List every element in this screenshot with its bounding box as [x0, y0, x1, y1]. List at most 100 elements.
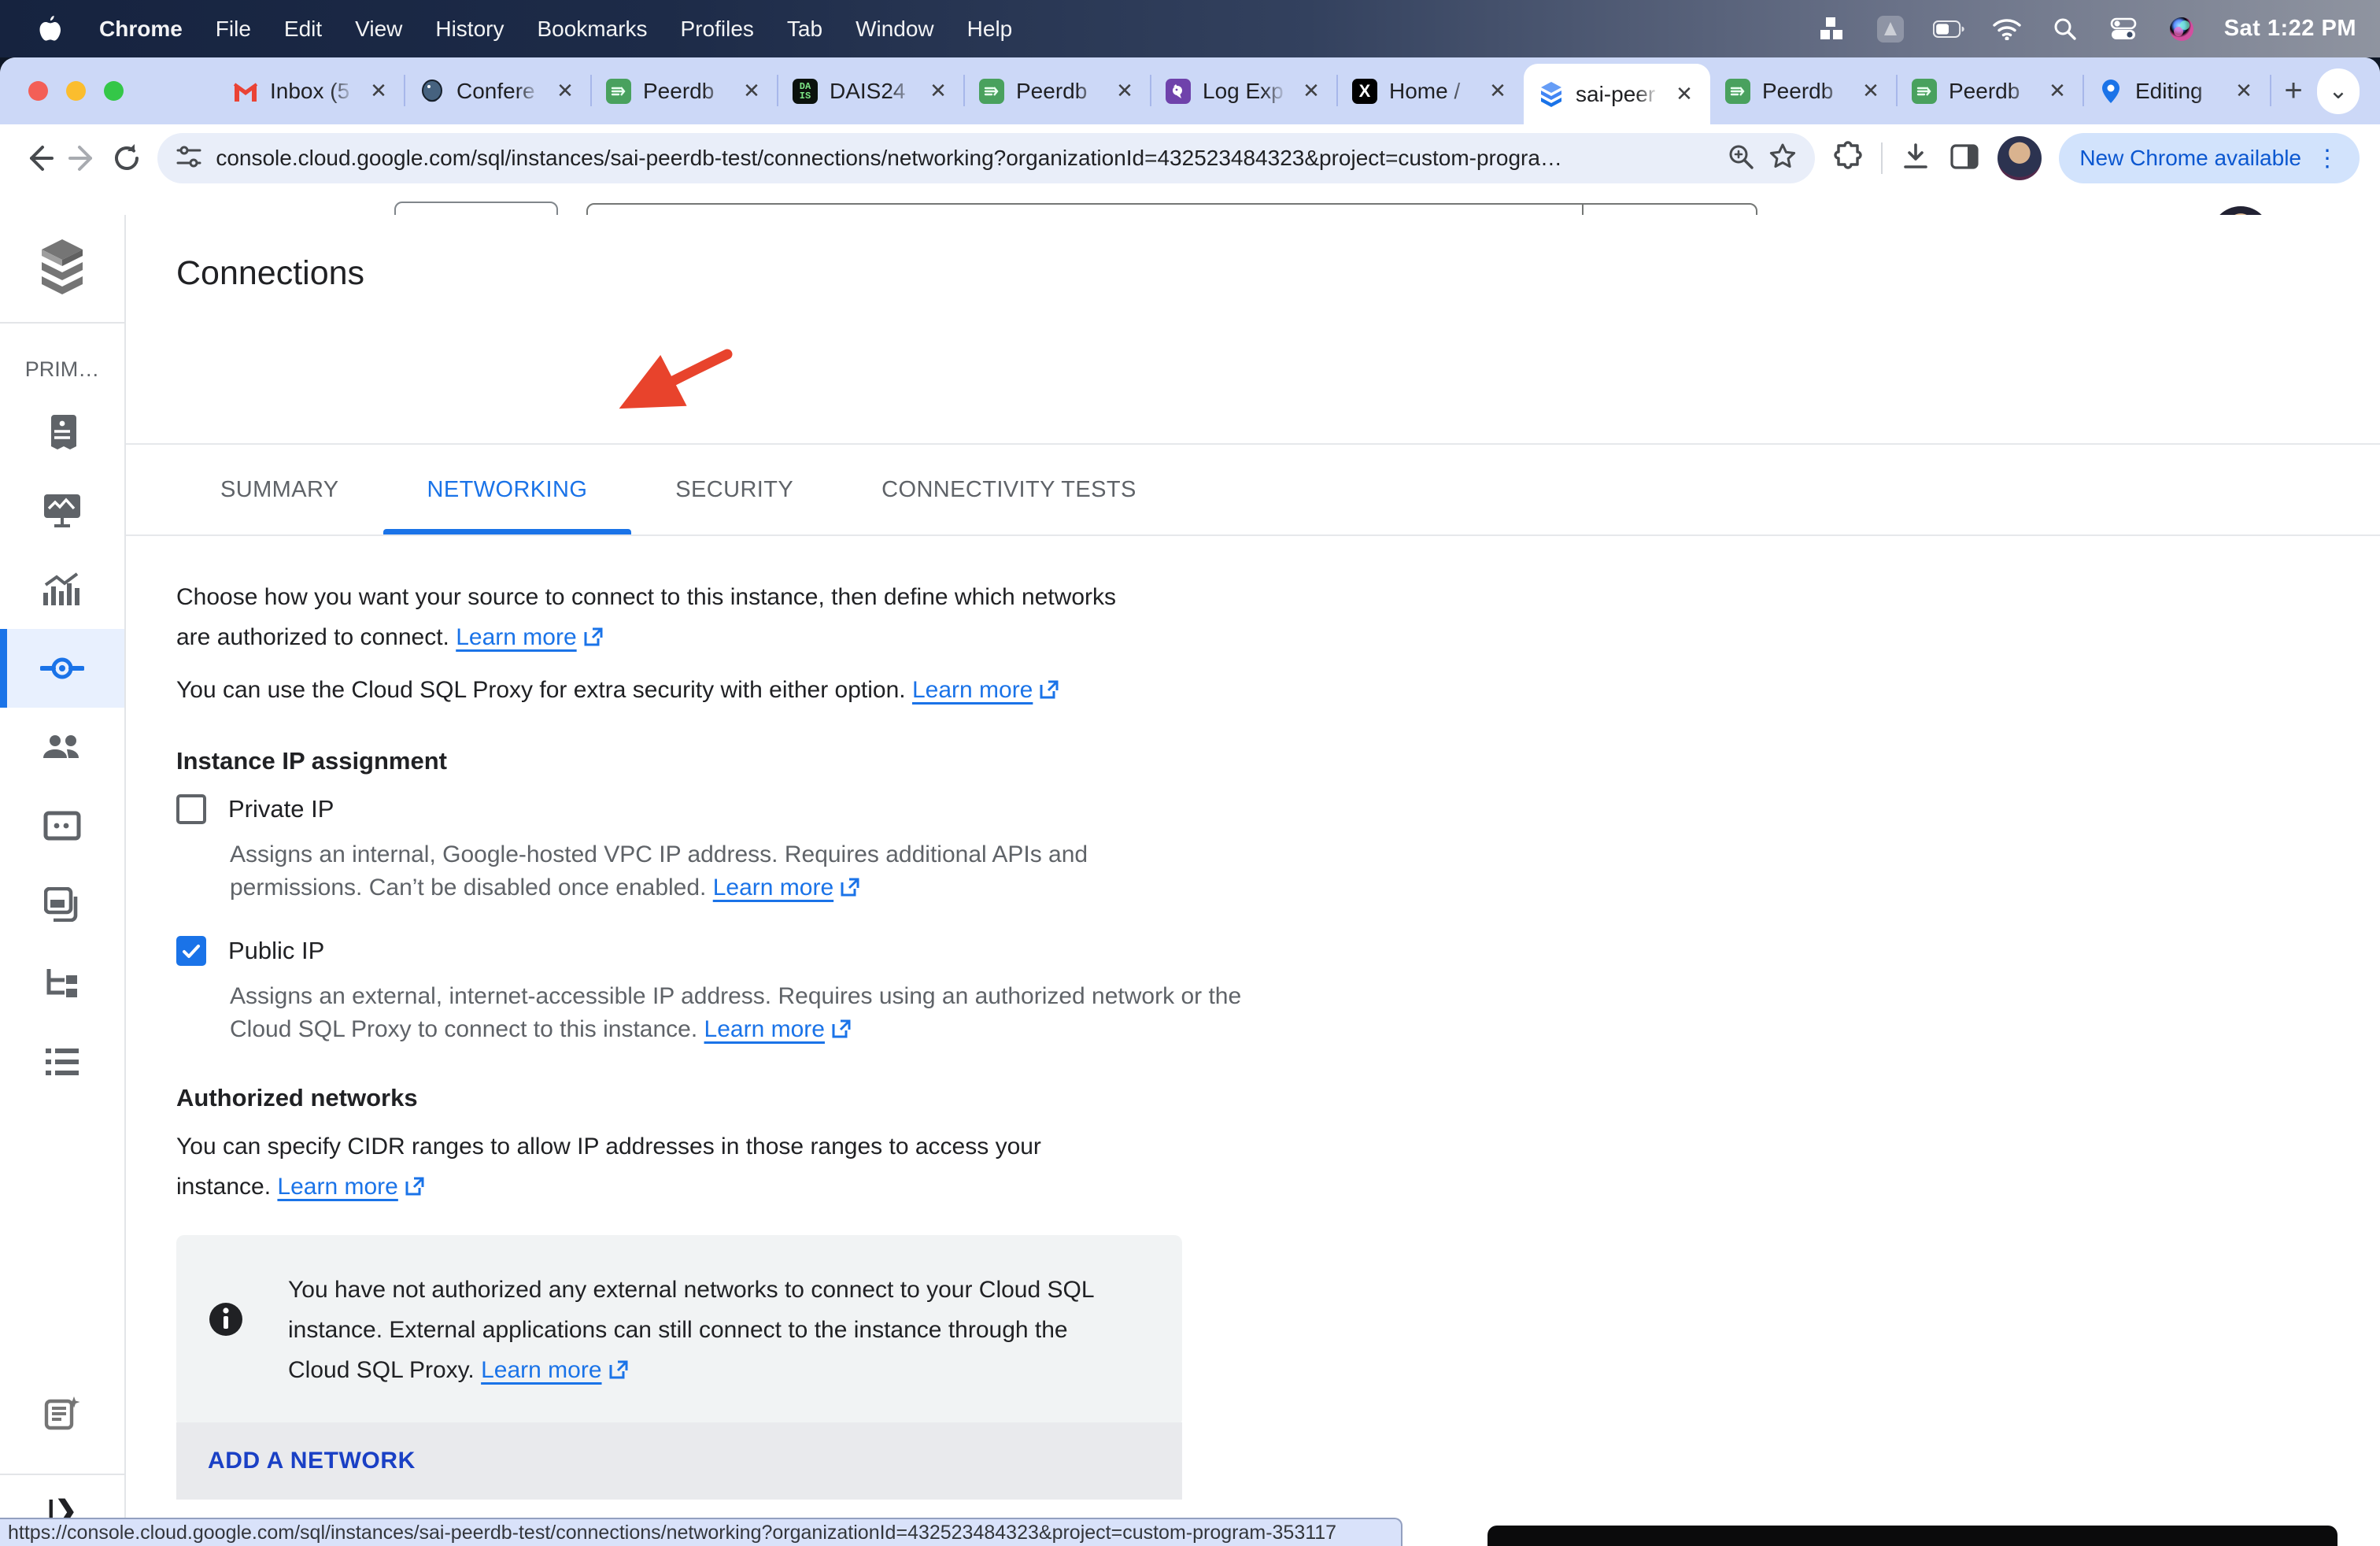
url-text[interactable]: console.cloud.google.com/sql/instances/s…: [216, 146, 1714, 171]
stats-menu-icon[interactable]: [1816, 15, 1848, 43]
menu-file[interactable]: File: [216, 17, 251, 42]
browser-profile-avatar[interactable]: [1998, 136, 2042, 180]
learn-more-link[interactable]: Learn more: [277, 1174, 424, 1200]
tab-conference[interactable]: Confere ✕: [405, 57, 591, 124]
menu-help[interactable]: Help: [967, 17, 1013, 42]
peerdb-icon: [1724, 78, 1751, 105]
learn-more-link[interactable]: Learn more: [912, 677, 1059, 703]
tab-peerdb-3[interactable]: Peerdb ✕: [1710, 57, 1897, 124]
cloud-sql-logo-icon: [0, 215, 124, 324]
tab-close-icon[interactable]: ✕: [1486, 79, 1510, 103]
sidebar-item-monitoring[interactable]: [0, 472, 124, 550]
sidebar-item-users[interactable]: [0, 708, 124, 786]
tab-dais24[interactable]: DAIS DAIS24 ✕: [778, 57, 964, 124]
tab-close-icon[interactable]: ✕: [926, 79, 950, 103]
tab-inbox[interactable]: Inbox (5 ✕: [218, 57, 405, 124]
menu-chrome[interactable]: Chrome: [99, 17, 183, 42]
reload-icon[interactable]: [108, 134, 145, 183]
menu-edit[interactable]: Edit: [284, 17, 322, 42]
learn-more-link[interactable]: Learn more: [456, 624, 603, 650]
learn-more-link[interactable]: Learn more: [704, 1016, 852, 1042]
side-panel-icon[interactable]: [1949, 141, 1980, 176]
tab-label: Peerdb: [643, 79, 729, 104]
minimize-window-button[interactable]: [66, 81, 86, 101]
new-tab-button[interactable]: +: [2270, 57, 2317, 124]
extensions-icon[interactable]: [1832, 141, 1864, 176]
back-icon[interactable]: [20, 134, 57, 183]
tab-close-icon[interactable]: ✕: [1113, 79, 1136, 103]
external-link-icon: [1039, 672, 1059, 712]
public-ip-checkbox[interactable]: [176, 936, 206, 966]
tab-close-icon[interactable]: ✕: [2232, 79, 2256, 103]
menu-bookmarks[interactable]: Bookmarks: [537, 17, 647, 42]
private-ip-description: Assigns an internal, Google-hosted VPC I…: [230, 838, 1143, 907]
sidebar-item-databases[interactable]: [0, 786, 124, 865]
spotlight-icon[interactable]: [2049, 15, 2081, 43]
tab-search-chevron-icon[interactable]: ⌄: [2317, 68, 2360, 114]
tab-close-icon[interactable]: ✕: [553, 79, 577, 103]
tab-connectivity-tests[interactable]: CONNECTIVITY TESTS: [837, 445, 1181, 534]
forward-icon[interactable]: [64, 134, 101, 183]
info-icon: [208, 1301, 244, 1393]
postgres-icon: [419, 78, 445, 105]
sidebar-item-connections[interactable]: [0, 629, 124, 708]
tab-close-icon[interactable]: ✕: [2046, 79, 2069, 103]
tab-summary[interactable]: SUMMARY: [176, 445, 383, 534]
tab-security[interactable]: SECURITY: [631, 445, 837, 534]
sidebar-item-backups[interactable]: [0, 865, 124, 944]
gmail-icon: [232, 78, 259, 105]
tab-close-icon[interactable]: ✕: [1672, 82, 1696, 106]
tab-close-icon[interactable]: ✕: [1859, 79, 1883, 103]
menu-window[interactable]: Window: [856, 17, 934, 42]
tab-networking[interactable]: NETWORKING: [383, 445, 632, 534]
chrome-menu-kebab-icon[interactable]: ⋮: [2315, 145, 2339, 172]
app-menu-icon[interactable]: [1875, 15, 1906, 43]
apple-icon[interactable]: [35, 15, 66, 43]
tab-log-explorer[interactable]: Log Exp ✕: [1151, 57, 1337, 124]
sidebar-item-replicas[interactable]: [0, 944, 124, 1023]
control-center-icon[interactable]: [2108, 15, 2139, 43]
sidebar-item-query-insights[interactable]: [0, 550, 124, 629]
learn-more-link[interactable]: Learn more: [713, 875, 860, 901]
tab-close-icon[interactable]: ✕: [740, 79, 763, 103]
menu-profiles[interactable]: Profiles: [681, 17, 754, 42]
tab-close-icon[interactable]: ✕: [367, 79, 390, 103]
tab-peerdb-2[interactable]: Peerdb ✕: [964, 57, 1151, 124]
tab-peerdb-4[interactable]: Peerdb ✕: [1897, 57, 2083, 124]
wifi-icon[interactable]: [1991, 15, 2023, 43]
private-ip-row: Private IP: [176, 794, 334, 824]
close-window-button[interactable]: [28, 81, 48, 101]
tab-peerdb-1[interactable]: Peerdb ✕: [591, 57, 778, 124]
new-chrome-label: New Chrome available: [2079, 146, 2301, 171]
private-ip-checkbox[interactable]: [176, 794, 206, 824]
sidebar-section-label: PRIM…: [0, 346, 124, 393]
tab-sai-peerdb-active[interactable]: sai-peer ✕: [1524, 64, 1710, 124]
bookmark-star-icon[interactable]: [1768, 142, 1798, 176]
tab-close-icon[interactable]: ✕: [1299, 79, 1323, 103]
address-bar[interactable]: console.cloud.google.com/sql/instances/s…: [157, 133, 1815, 183]
private-ip-label: Private IP: [228, 795, 334, 823]
menu-tab[interactable]: Tab: [787, 17, 822, 42]
add-network-button[interactable]: ADD A NETWORK: [176, 1422, 1182, 1500]
menu-clock[interactable]: Sat 1:22 PM: [2224, 16, 2356, 42]
sidebar-item-release-notes[interactable]: [0, 1374, 124, 1453]
screen: Chrome File Edit View History Bookmarks …: [0, 0, 2380, 1546]
siri-icon[interactable]: [2166, 15, 2197, 43]
tab-editing[interactable]: Editing ✕: [2083, 57, 2270, 124]
battery-icon[interactable]: [1933, 15, 1964, 43]
new-chrome-available-button[interactable]: New Chrome available ⋮: [2059, 133, 2360, 183]
public-ip-row: Public IP: [176, 936, 324, 966]
zoom-page-icon[interactable]: [1727, 142, 1755, 175]
sidebar-item-operations[interactable]: [0, 1023, 124, 1101]
menu-history[interactable]: History: [435, 17, 504, 42]
sidebar-item-overview[interactable]: [0, 393, 124, 472]
browser-tabs: Inbox (5 ✕ Confere ✕ Peerdb ✕ DAIS DAIS2…: [218, 57, 2317, 124]
site-settings-icon[interactable]: [175, 142, 203, 175]
zoom-window-button[interactable]: [104, 81, 124, 101]
tab-x-home[interactable]: X Home / ✕: [1337, 57, 1524, 124]
learn-more-link[interactable]: Learn more: [481, 1357, 628, 1383]
downloads-icon[interactable]: [1900, 141, 1931, 176]
datadog-icon: [1165, 78, 1192, 105]
public-ip-label: Public IP: [228, 937, 324, 965]
menu-view[interactable]: View: [355, 17, 402, 42]
